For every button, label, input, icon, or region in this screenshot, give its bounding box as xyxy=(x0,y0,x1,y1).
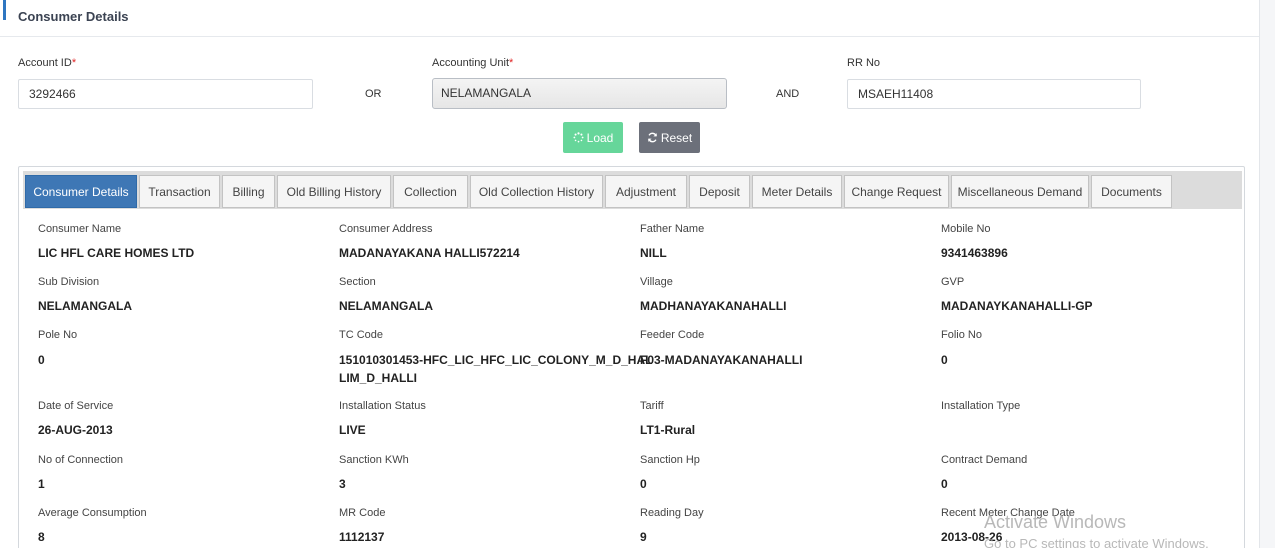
consumer-address-value: MADANAYAKANA HALLI572214 xyxy=(339,246,520,260)
tab-bar: Consumer Details Transaction Billing Old… xyxy=(23,171,1242,209)
and-separator: AND xyxy=(776,88,800,100)
village-label: Village xyxy=(640,276,673,288)
pole-no-value: 0 xyxy=(38,353,45,367)
date-of-service-value: 26-AUG-2013 xyxy=(38,423,113,437)
average-consumption-label: Average Consumption xyxy=(38,507,147,519)
village-value: MADHANAYAKANAHALLI xyxy=(640,299,787,313)
consumer-details-card: Consumer Details Account ID* OR Accounti… xyxy=(0,0,1260,548)
sanction-hp-label: Sanction Hp xyxy=(640,454,700,466)
section-label: Section xyxy=(339,276,376,288)
tab-old-billing-history[interactable]: Old Billing History xyxy=(277,175,391,208)
tariff-label: Tariff xyxy=(640,400,664,412)
page: Consumer Details Account ID* OR Accounti… xyxy=(0,0,1275,548)
feeder-code-label: Feeder Code xyxy=(640,329,705,341)
tab-documents[interactable]: Documents xyxy=(1091,175,1172,208)
tc-code-label: TC Code xyxy=(339,329,384,341)
reset-button[interactable]: Reset xyxy=(639,122,700,153)
load-button-label: Load xyxy=(586,130,614,145)
contract-demand-label: Contract Demand xyxy=(941,454,1028,466)
gvp-label: GVP xyxy=(941,276,965,288)
sanction-kwh-value: 3 xyxy=(339,477,346,491)
father-name-value: NILL xyxy=(640,246,667,260)
card-header: Consumer Details xyxy=(0,0,1259,37)
page-scrollbar-track[interactable] xyxy=(1260,0,1275,548)
tc-code-value-continued: LIM_D_HALLI xyxy=(339,371,417,385)
tab-deposit[interactable]: Deposit xyxy=(689,175,750,208)
tab-change-request[interactable]: Change Request xyxy=(844,175,949,208)
tc-code-value: 151010301453-HFC_LIC_HFC_LIC_COLONY_M_D_… xyxy=(339,353,653,367)
activate-windows-watermark: Activate Windows xyxy=(984,512,1127,532)
gvp-value: MADANAYKANAHALLI-GP xyxy=(941,299,1093,313)
rr-no-input[interactable] xyxy=(847,79,1141,109)
activate-windows-subtext: Go to PC settings to activate Windows. xyxy=(984,536,1209,548)
no-of-connection-label: No of Connection xyxy=(38,454,123,466)
card-title: Consumer Details xyxy=(18,9,129,24)
mobile-no-value: 9341463896 xyxy=(941,246,1008,260)
no-of-connection-value: 1 xyxy=(38,477,45,491)
tariff-value: LT1-Rural xyxy=(640,423,696,437)
reading-day-label: Reading Day xyxy=(640,507,704,519)
tab-old-collection-history[interactable]: Old Collection History xyxy=(470,175,603,208)
tab-miscellaneous-demand[interactable]: Miscellaneous Demand xyxy=(951,175,1089,208)
tab-billing[interactable]: Billing xyxy=(222,175,275,208)
installation-type-label: Installation Type xyxy=(941,400,1021,412)
folio-no-label: Folio No xyxy=(941,329,982,341)
contract-demand-value: 0 xyxy=(941,477,948,491)
spinner-icon xyxy=(573,132,584,143)
refresh-icon xyxy=(647,132,658,143)
mobile-no-label: Mobile No xyxy=(941,223,991,235)
tab-meter-details[interactable]: Meter Details xyxy=(752,175,842,208)
account-id-label: Account ID* xyxy=(18,57,77,69)
mr-code-label: MR Code xyxy=(339,507,386,519)
header-accent-bar xyxy=(3,0,6,20)
father-name-label: Father Name xyxy=(640,223,705,235)
reading-day-value: 9 xyxy=(640,530,647,544)
account-id-input[interactable] xyxy=(18,79,313,109)
rr-no-label: RR No xyxy=(847,57,881,69)
accounting-unit-label: Accounting Unit* xyxy=(432,57,514,69)
installation-status-label: Installation Status xyxy=(339,400,426,412)
or-separator: OR xyxy=(365,88,382,100)
sanction-kwh-label: Sanction KWh xyxy=(339,454,409,466)
consumer-name-value: LIC HFL CARE HOMES LTD xyxy=(38,246,195,260)
mr-code-value: 1112137 xyxy=(339,530,385,544)
tab-collection[interactable]: Collection xyxy=(393,175,468,208)
sanction-hp-value: 0 xyxy=(640,477,647,491)
consumer-address-label: Consumer Address xyxy=(339,223,433,235)
installation-status-value: LIVE xyxy=(339,423,366,437)
load-button[interactable]: Load xyxy=(563,122,623,153)
sub-division-label: Sub Division xyxy=(38,276,100,288)
tab-consumer-details[interactable]: Consumer Details xyxy=(25,175,137,208)
folio-no-value: 0 xyxy=(941,353,948,367)
sub-division-value: NELAMANGALA xyxy=(38,299,132,313)
consumer-name-label: Consumer Name xyxy=(38,223,122,235)
tab-transaction[interactable]: Transaction xyxy=(139,175,220,208)
section-value: NELAMANGALA xyxy=(339,299,433,313)
reset-button-label: Reset xyxy=(660,130,693,145)
accounting-unit-select[interactable]: NELAMANGALA xyxy=(432,78,727,109)
pole-no-label: Pole No xyxy=(38,329,78,341)
tab-adjustment[interactable]: Adjustment xyxy=(605,175,687,208)
feeder-code-value: F03-MADANAYAKANAHALLI xyxy=(640,353,803,367)
date-of-service-label: Date of Service xyxy=(38,400,114,412)
average-consumption-value: 8 xyxy=(38,530,45,544)
